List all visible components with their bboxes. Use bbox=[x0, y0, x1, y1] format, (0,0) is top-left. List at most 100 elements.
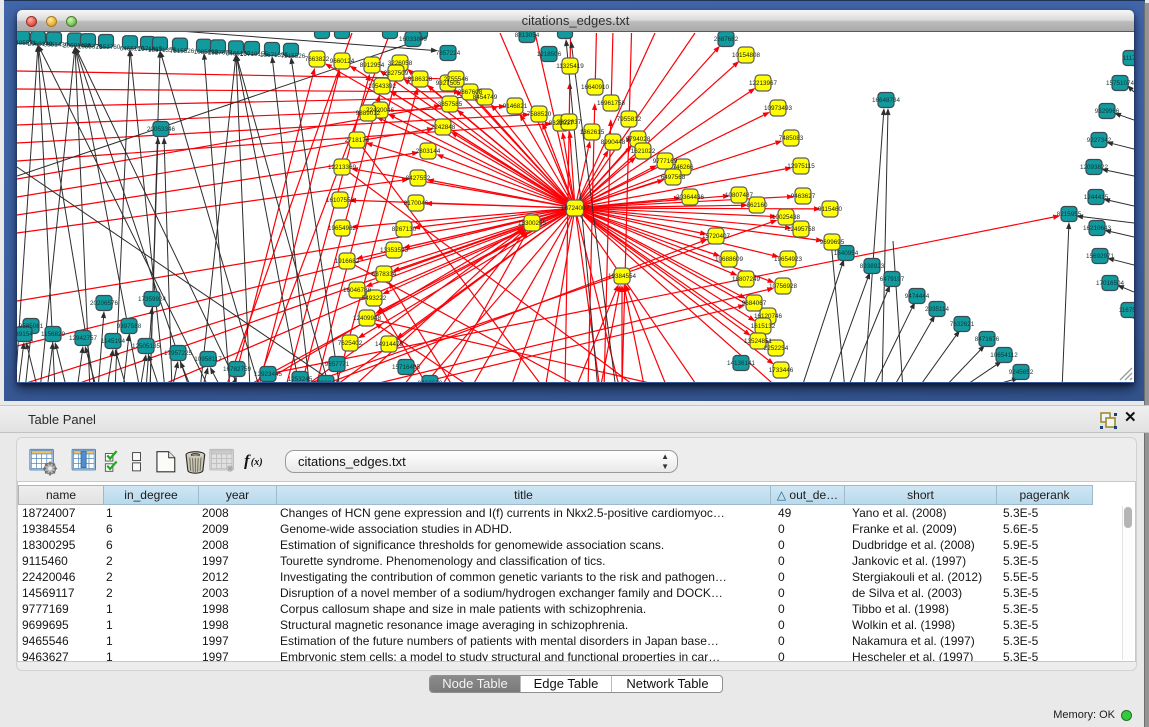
svg-text:7152760: 7152760 bbox=[96, 44, 121, 51]
svg-text:7663822: 7663822 bbox=[305, 56, 330, 63]
svg-text:6878334: 6878334 bbox=[372, 271, 397, 278]
svg-text:9585061: 9585061 bbox=[19, 323, 44, 330]
svg-text:16648784: 16648784 bbox=[872, 97, 901, 104]
svg-text:18724007: 18724007 bbox=[561, 205, 590, 212]
svg-text:13524851: 13524851 bbox=[744, 338, 773, 345]
svg-text:1244415: 1244415 bbox=[1084, 194, 1109, 201]
svg-text:9657771: 9657771 bbox=[325, 361, 350, 368]
svg-text:11325419: 11325419 bbox=[556, 63, 584, 70]
svg-text:(x): (x) bbox=[251, 457, 263, 468]
svg-text:20364436: 20364436 bbox=[676, 194, 705, 201]
svg-text:16046788: 16046788 bbox=[343, 287, 372, 294]
svg-text:14136141: 14136141 bbox=[727, 360, 756, 367]
svg-text:7625402: 7625402 bbox=[338, 340, 363, 347]
svg-text:2252254: 2252254 bbox=[764, 345, 789, 352]
svg-text:11172: 11172 bbox=[1123, 55, 1134, 62]
svg-text:6794028: 6794028 bbox=[626, 136, 651, 143]
svg-text:116753: 116753 bbox=[1119, 307, 1134, 314]
svg-text:8990448: 8990448 bbox=[601, 139, 626, 146]
svg-text:12495758: 12495758 bbox=[787, 226, 816, 233]
svg-text:7515526: 7515526 bbox=[170, 48, 195, 55]
svg-text:12923445: 12923445 bbox=[254, 371, 283, 378]
svg-text:9463620: 9463620 bbox=[418, 380, 443, 382]
svg-text:1156829: 1156829 bbox=[41, 331, 66, 338]
svg-text:19384554: 19384554 bbox=[608, 273, 637, 280]
svg-text:9463627: 9463627 bbox=[791, 193, 816, 200]
svg-text:2887682: 2887682 bbox=[714, 36, 739, 43]
svg-text:8170046: 8170046 bbox=[404, 200, 429, 207]
svg-text:19654982: 19654982 bbox=[328, 225, 357, 232]
svg-text:10958117: 10958117 bbox=[194, 356, 222, 363]
svg-text:12093822: 12093822 bbox=[1080, 164, 1109, 171]
svg-text:7955812: 7955812 bbox=[617, 116, 642, 123]
svg-text:17016504: 17016504 bbox=[1096, 280, 1125, 287]
svg-text:18300295: 18300295 bbox=[518, 220, 547, 227]
svg-text:8267130: 8267130 bbox=[392, 226, 417, 233]
svg-text:8215955: 8215955 bbox=[1057, 211, 1082, 218]
svg-text:746266: 746266 bbox=[672, 164, 694, 171]
svg-text:8186328: 8186328 bbox=[408, 76, 433, 83]
svg-text:6479197: 6479197 bbox=[880, 276, 905, 283]
svg-text:8813054: 8813054 bbox=[515, 32, 540, 39]
svg-text:7632621: 7632621 bbox=[950, 321, 975, 328]
svg-text:9397588: 9397588 bbox=[117, 323, 142, 330]
svg-text:10756928: 10756928 bbox=[769, 283, 798, 290]
svg-text:16210643: 16210643 bbox=[1083, 225, 1112, 232]
svg-text:2242848: 2242848 bbox=[431, 124, 456, 131]
svg-text:12213967: 12213967 bbox=[749, 80, 778, 87]
svg-text:7485083: 7485083 bbox=[779, 135, 804, 142]
svg-text:10154808: 10154808 bbox=[732, 52, 761, 59]
svg-text:1145194: 1145194 bbox=[101, 338, 126, 345]
svg-text:10654112: 10654112 bbox=[990, 352, 1018, 359]
svg-text:20053346: 20053346 bbox=[147, 126, 176, 133]
svg-text:9660124: 9660124 bbox=[330, 58, 355, 65]
svg-text:1733446: 1733446 bbox=[769, 367, 794, 374]
svg-text:6497568: 6497568 bbox=[661, 174, 686, 181]
svg-text:17359924: 17359924 bbox=[138, 296, 167, 303]
svg-text:862160: 862160 bbox=[746, 202, 768, 209]
svg-text:10807487: 10807487 bbox=[725, 192, 754, 199]
svg-text:2718176: 2718176 bbox=[345, 137, 370, 144]
svg-text:15751074: 15751074 bbox=[1106, 80, 1134, 87]
svg-text:12213369: 12213369 bbox=[328, 164, 357, 171]
svg-text:16107553: 16107553 bbox=[326, 197, 355, 204]
svg-text:1292344: 1292344 bbox=[314, 380, 339, 382]
svg-text:2755546: 2755546 bbox=[444, 76, 469, 83]
svg-text:2935114: 2935114 bbox=[925, 306, 950, 313]
svg-text:1362615: 1362615 bbox=[580, 129, 605, 136]
svg-text:7588520: 7588520 bbox=[527, 111, 552, 118]
svg-text:2803144: 2803144 bbox=[416, 148, 441, 155]
svg-text:1621022: 1621022 bbox=[631, 148, 656, 155]
svg-text:9329966: 9329966 bbox=[1095, 108, 1120, 115]
svg-text:8912954: 8912954 bbox=[360, 62, 385, 69]
svg-text:1916682: 1916682 bbox=[335, 258, 360, 265]
svg-text:3822037: 3822037 bbox=[557, 119, 582, 126]
svg-text:16782759: 16782759 bbox=[223, 366, 252, 373]
svg-text:7857224: 7857224 bbox=[436, 50, 461, 57]
svg-text:20206576: 20206576 bbox=[90, 300, 119, 307]
svg-text:1218506: 1218506 bbox=[537, 51, 562, 58]
svg-text:13353593: 13353593 bbox=[380, 247, 409, 254]
svg-text:16120746: 16120746 bbox=[754, 313, 783, 320]
svg-text:15720407: 15720407 bbox=[702, 233, 731, 240]
svg-text:14914479: 14914479 bbox=[375, 341, 404, 348]
svg-text:3857585: 3857585 bbox=[438, 101, 463, 108]
svg-text:1253245: 1253245 bbox=[288, 376, 313, 382]
svg-text:12942757: 12942757 bbox=[69, 335, 98, 342]
svg-text:3226058: 3226058 bbox=[388, 60, 413, 67]
svg-text:5493222: 5493222 bbox=[362, 295, 387, 302]
svg-text:12409948: 12409948 bbox=[353, 315, 382, 322]
svg-text:8454749: 8454749 bbox=[473, 94, 498, 101]
svg-text:10543392: 10543392 bbox=[368, 83, 397, 90]
svg-text:19654923: 19654923 bbox=[774, 256, 803, 263]
svg-text:15716485: 15716485 bbox=[392, 364, 421, 371]
svg-text:7515526: 7515526 bbox=[281, 53, 306, 60]
svg-text:16640910: 16640910 bbox=[581, 84, 610, 91]
svg-text:9245652: 9245652 bbox=[1009, 369, 1034, 376]
svg-text:10025438: 10025438 bbox=[772, 214, 801, 221]
svg-text:12505135: 12505135 bbox=[132, 343, 161, 350]
svg-text:12975115: 12975115 bbox=[787, 163, 815, 170]
svg-text:9146821: 9146821 bbox=[503, 103, 528, 110]
svg-text:15692971: 15692971 bbox=[1086, 253, 1115, 260]
svg-text:1615132: 1615132 bbox=[751, 323, 776, 330]
